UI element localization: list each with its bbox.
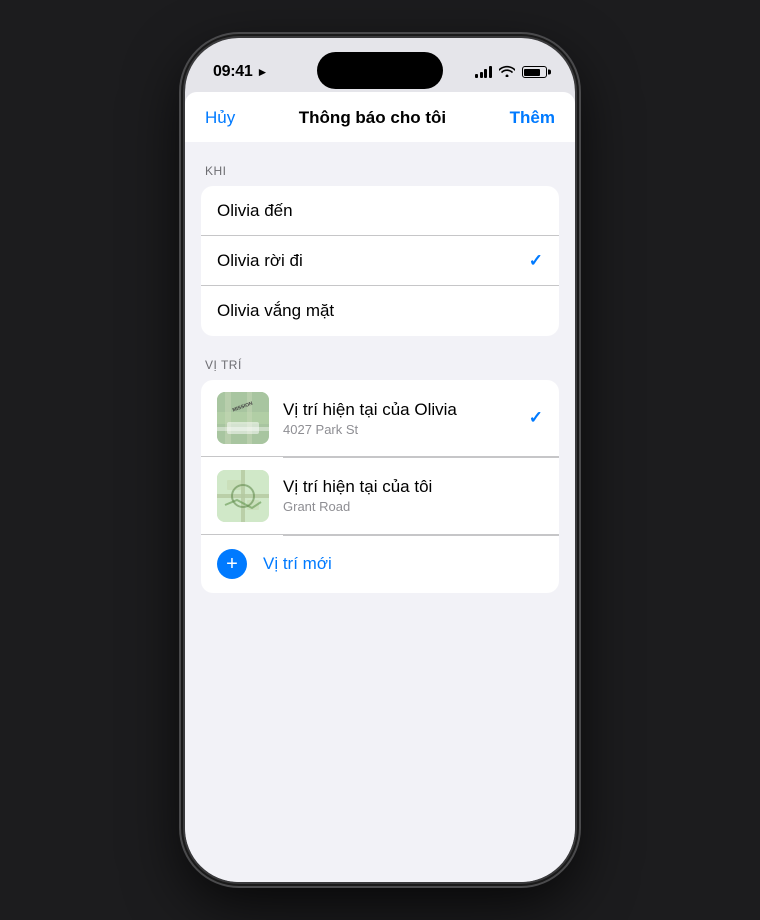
sheet-title: Thông báo cho tôi	[299, 108, 446, 128]
absent-label: Olivia vắng mặt	[217, 301, 334, 321]
battery-icon	[522, 66, 547, 78]
when-card: Olivia đến Olivia rời đi ✓ Olivia vắng m…	[201, 186, 559, 336]
olivia-location-info: Vị trí hiện tại của Olivia 4027 Park St	[283, 400, 519, 437]
my-location-item[interactable]: Vị trí hiện tại của tôi Grant Road	[201, 458, 559, 535]
status-icons	[475, 64, 547, 80]
wifi-icon	[499, 64, 515, 80]
leave-checkmark-icon: ✓	[529, 251, 543, 271]
my-location-info: Vị trí hiện tại của tôi Grant Road	[283, 477, 543, 514]
modal-sheet: Hủy Thông báo cho tôi Thêm KHI Olivia đế…	[185, 92, 575, 882]
arrive-item[interactable]: Olivia đến	[201, 186, 559, 236]
olivia-map-thumbnail: MISSION	[217, 392, 269, 444]
leave-item[interactable]: Olivia rời đi ✓	[201, 236, 559, 286]
location-card: MISSION Vị trí hiện tại của Olivia 4027 …	[201, 380, 559, 593]
location-section: VỊ TRÍ MIS	[185, 358, 575, 593]
olivia-location-item[interactable]: MISSION Vị trí hiện tại của Olivia 4027 …	[201, 380, 559, 457]
when-section: KHI Olivia đến Olivia rời đi ✓ Olivia vắ…	[185, 164, 575, 336]
absent-item[interactable]: Olivia vắng mặt	[201, 286, 559, 336]
leave-label: Olivia rời đi	[217, 251, 303, 271]
arrive-label: Olivia đến	[217, 201, 293, 221]
location-section-label: VỊ TRÍ	[205, 358, 575, 372]
my-map-thumbnail	[217, 470, 269, 522]
when-section-label: KHI	[205, 164, 575, 178]
signal-bars-icon	[475, 66, 492, 78]
my-location-title: Vị trí hiện tại của tôi	[283, 477, 543, 497]
add-button[interactable]: Thêm	[510, 108, 555, 128]
olivia-location-checkmark-icon: ✓	[529, 408, 543, 428]
location-arrow-icon: ►	[256, 65, 268, 79]
my-location-subtitle: Grant Road	[283, 499, 543, 514]
new-location-label: Vị trí mới	[263, 554, 332, 574]
olivia-location-title: Vị trí hiện tại của Olivia	[283, 400, 519, 420]
my-map-image	[217, 470, 269, 522]
olivia-location-subtitle: 4027 Park St	[283, 422, 519, 437]
olivia-map-image: MISSION	[217, 392, 269, 444]
phone-frame: 09:41 ►	[185, 38, 575, 882]
cancel-button[interactable]: Hủy	[205, 108, 235, 128]
nav-bar: Hủy Thông báo cho tôi Thêm	[185, 92, 575, 142]
status-time: 09:41	[213, 63, 252, 81]
screen: 09:41 ►	[185, 38, 575, 882]
plus-circle-icon: +	[217, 549, 247, 579]
new-location-item[interactable]: + Vị trí mới	[201, 535, 559, 593]
dynamic-island	[317, 52, 443, 89]
